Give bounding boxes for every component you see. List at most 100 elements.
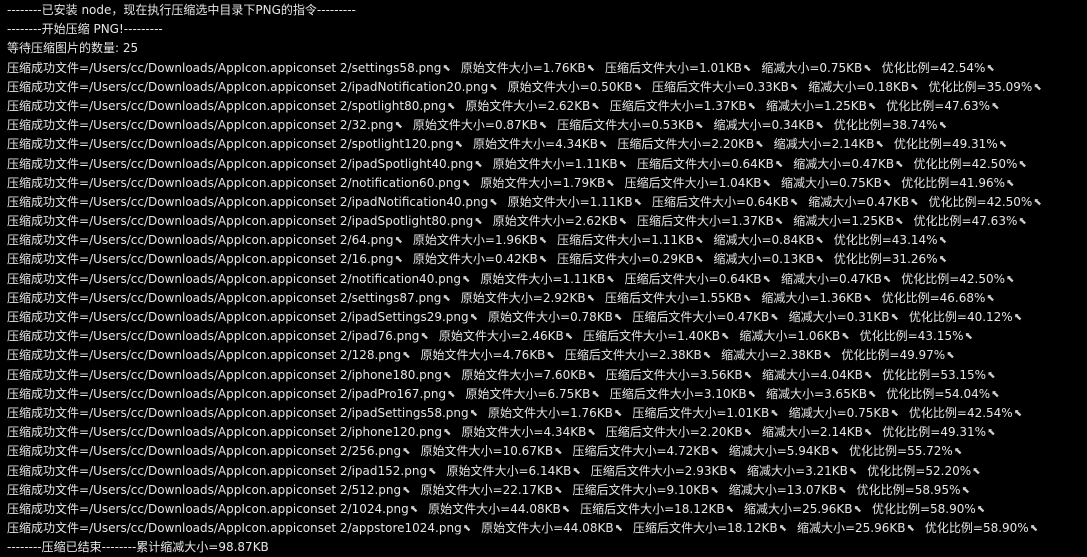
terminal-output[interactable]: --------已安装 node，现在执行压缩选中目录下PNG的指令------… (0, 0, 1087, 554)
compressed-size-value: 0.53KB (651, 118, 695, 133)
compressed-size-value: 0.33KB (746, 79, 789, 94)
file-path-value: /Users/cc/Downloads/AppIcon.appiconset 2… (89, 425, 443, 440)
original-size-label: 原始文件大小= (473, 137, 556, 152)
newline-marker-icon: ⬉ (1033, 81, 1042, 93)
file-path-label: 压缩成功文件= (7, 271, 90, 286)
file-path-label: 压缩成功文件= (7, 482, 90, 497)
reduced-size-value: 0.34KB (771, 118, 815, 133)
file-path-value: /Users/cc/Downloads/AppIcon.appiconset 2… (89, 444, 402, 459)
reduced-size-value: 2.38KB (779, 348, 822, 363)
compressed-size-label: 压缩后文件大小= (617, 137, 712, 152)
newline-marker-icon: ⬉ (762, 177, 771, 189)
file-path-label: 压缩成功文件= (7, 290, 90, 305)
newline-marker-icon: ⬉ (725, 503, 735, 515)
reduced-size-value: 1.36KB (819, 290, 863, 305)
compressed-size-value: 1.37KB (703, 98, 747, 113)
reduced-size-value: 1.06KB (797, 329, 841, 344)
ratio-value: 41.96% (959, 175, 1006, 190)
reduced-size-label: 缩减大小= (780, 271, 839, 286)
compressed-size-value: 18.12KB (727, 521, 778, 536)
newline-marker-icon: ⬉ (747, 100, 756, 112)
ratio-label: 优化比例= (901, 175, 960, 190)
newline-marker-icon: ⬉ (591, 388, 600, 400)
newline-marker-icon: ⬉ (710, 446, 719, 458)
newline-marker-icon: ⬉ (442, 62, 451, 74)
compressed-size-label: 压缩后文件大小= (580, 501, 675, 516)
newline-marker-icon: ⬉ (774, 216, 784, 228)
ratio-value: 55.72% (907, 444, 953, 459)
compressed-size-value: 2.20KB (711, 137, 755, 152)
newline-marker-icon: ⬉ (443, 369, 452, 381)
reduced-size-value: 13.07KB (786, 482, 838, 497)
file-path-label: 压缩成功文件= (7, 444, 90, 459)
newline-marker-icon: ⬉ (554, 446, 563, 458)
reduced-size-value: 1.25KB (851, 214, 895, 229)
newline-marker-icon: ⬉ (489, 196, 498, 208)
ratio-label: 优化比例= (882, 367, 941, 382)
ratio-label: 优化比例= (871, 501, 930, 516)
newline-marker-icon: ⬉ (695, 120, 704, 132)
newline-marker-icon: ⬉ (394, 120, 403, 132)
original-size-value: 0.78KB (570, 310, 613, 324)
newline-marker-icon: ⬉ (867, 388, 877, 400)
newline-marker-icon: ⬉ (953, 446, 963, 458)
newline-marker-icon: ⬉ (938, 254, 947, 266)
newline-marker-icon: ⬉ (394, 235, 403, 247)
ratio-value: 49.31% (940, 425, 987, 440)
newline-marker-icon: ⬉ (1006, 177, 1015, 189)
compressed-size-label: 压缩后文件大小= (651, 194, 747, 209)
original-size-label: 原始文件大小= (492, 156, 575, 171)
compressed-size-value: 1.11KB (651, 233, 695, 248)
result-line: 压缩成功文件=/Users/cc/Downloads/AppIcon.appic… (7, 174, 1087, 193)
file-path-value: /Users/cc/Downloads/AppIcon.appiconset 2… (89, 98, 447, 113)
newline-marker-icon: ⬉ (474, 158, 483, 170)
compressed-size-value: 0.64KB (718, 271, 762, 286)
file-path-label: 压缩成功文件= (7, 521, 90, 536)
original-size-label: 原始文件大小= (488, 405, 571, 420)
newline-marker-icon: ⬉ (606, 273, 615, 285)
compressed-size-value: 1.01KB (726, 405, 770, 420)
compressed-size-label: 压缩后文件大小= (632, 310, 727, 324)
reduced-size-value: 5.94KB (786, 444, 830, 459)
reduced-size-label: 缩减大小= (788, 310, 847, 324)
newline-marker-icon: ⬉ (1033, 196, 1042, 208)
newline-marker-icon: ⬉ (461, 177, 471, 189)
result-line: 压缩成功文件=/Users/cc/Downloads/AppIcon.appic… (7, 116, 1087, 135)
original-size-label: 原始文件大小= (412, 252, 495, 267)
original-size-value: 4.76KB (502, 348, 546, 363)
original-size-label: 原始文件大小= (412, 233, 495, 248)
newline-marker-icon: ⬉ (538, 120, 548, 132)
newline-marker-icon: ⬉ (822, 350, 832, 362)
newline-marker-icon: ⬉ (587, 427, 596, 439)
reduced-size-label: 缩减大小= (793, 156, 852, 171)
file-path-value: /Users/cc/Downloads/AppIcon.appiconset 2… (89, 118, 394, 133)
newline-marker-icon: ⬉ (747, 388, 757, 400)
newline-marker-icon: ⬉ (910, 196, 919, 208)
original-size-label: 原始文件大小= (420, 444, 503, 459)
original-size-value: 10.67KB (502, 444, 554, 459)
newline-marker-icon: ⬉ (443, 427, 452, 439)
newline-marker-icon: ⬉ (710, 484, 719, 496)
newline-marker-icon: ⬉ (742, 62, 752, 74)
newline-marker-icon: ⬉ (987, 427, 996, 439)
original-size-label: 原始文件大小= (460, 60, 543, 75)
original-size-value: 1.79KB (562, 175, 606, 190)
original-size-label: 原始文件大小= (481, 521, 564, 536)
original-size-label: 原始文件大小= (438, 329, 521, 344)
compressed-size-value: 3.56KB (699, 367, 743, 382)
original-size-value: 2.62KB (574, 214, 618, 229)
file-path-label: 压缩成功文件= (7, 233, 90, 248)
ratio-value: 53.15% (940, 367, 987, 382)
reduced-size-value: 0.47KB (866, 194, 910, 209)
compressed-size-value: 0.47KB (726, 310, 770, 324)
ratio-label: 优化比例= (833, 118, 892, 133)
file-path-label: 压缩成功文件= (7, 310, 90, 324)
original-size-value: 0.87KB (494, 118, 538, 133)
compressed-size-label: 压缩后文件大小= (557, 233, 652, 248)
newline-marker-icon: ⬉ (409, 503, 419, 515)
newline-marker-icon: ⬉ (848, 465, 858, 477)
original-size-value: 6.75KB (547, 386, 591, 401)
file-path-label: 压缩成功文件= (7, 252, 90, 267)
compressed-size-value: 4.72KB (666, 444, 710, 459)
original-size-value: 1.11KB (574, 156, 618, 171)
